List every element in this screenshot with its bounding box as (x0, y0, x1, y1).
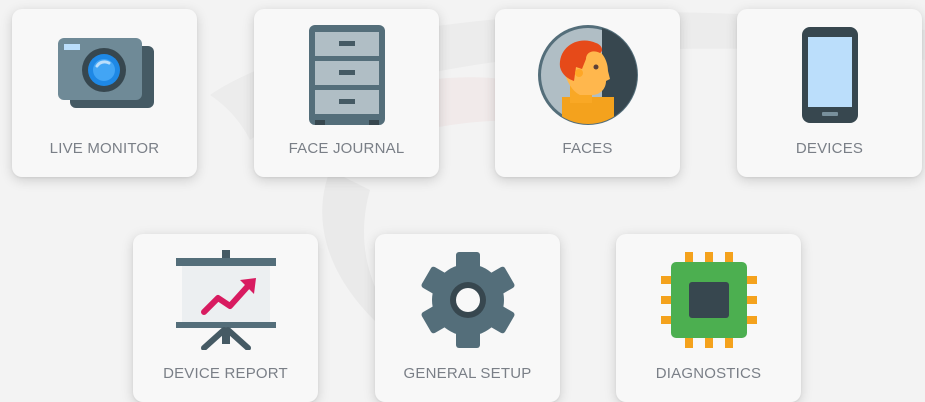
face-journal-tile[interactable]: FACE JOURNAL (254, 9, 439, 177)
general-setup-tile[interactable]: GENERAL SETUP (375, 234, 560, 402)
faces-tile[interactable]: FACES (495, 9, 680, 177)
gear-icon (375, 248, 560, 352)
device-report-tile[interactable]: DEVICE REPORT (133, 234, 318, 402)
face-profile-icon (495, 23, 680, 127)
tile-label: DIAGNOSTICS (655, 365, 762, 382)
chip-icon (616, 248, 801, 352)
file-cabinet-icon (254, 23, 439, 127)
camera-icon (12, 23, 197, 127)
presentation-chart-icon (133, 248, 318, 352)
live-monitor-tile[interactable]: LIVE MONITOR (12, 9, 197, 177)
devices-tile[interactable]: DEVICES (737, 9, 922, 177)
tile-label: FACE JOURNAL (288, 140, 405, 157)
diagnostics-tile[interactable]: DIAGNOSTICS (616, 234, 801, 402)
tile-label: FACES (562, 140, 613, 157)
tile-label: GENERAL SETUP (403, 365, 532, 382)
tile-label: DEVICES (795, 140, 864, 157)
smartphone-icon (737, 23, 922, 127)
tile-label: DEVICE REPORT (163, 365, 288, 382)
tile-label: LIVE MONITOR (49, 140, 160, 157)
